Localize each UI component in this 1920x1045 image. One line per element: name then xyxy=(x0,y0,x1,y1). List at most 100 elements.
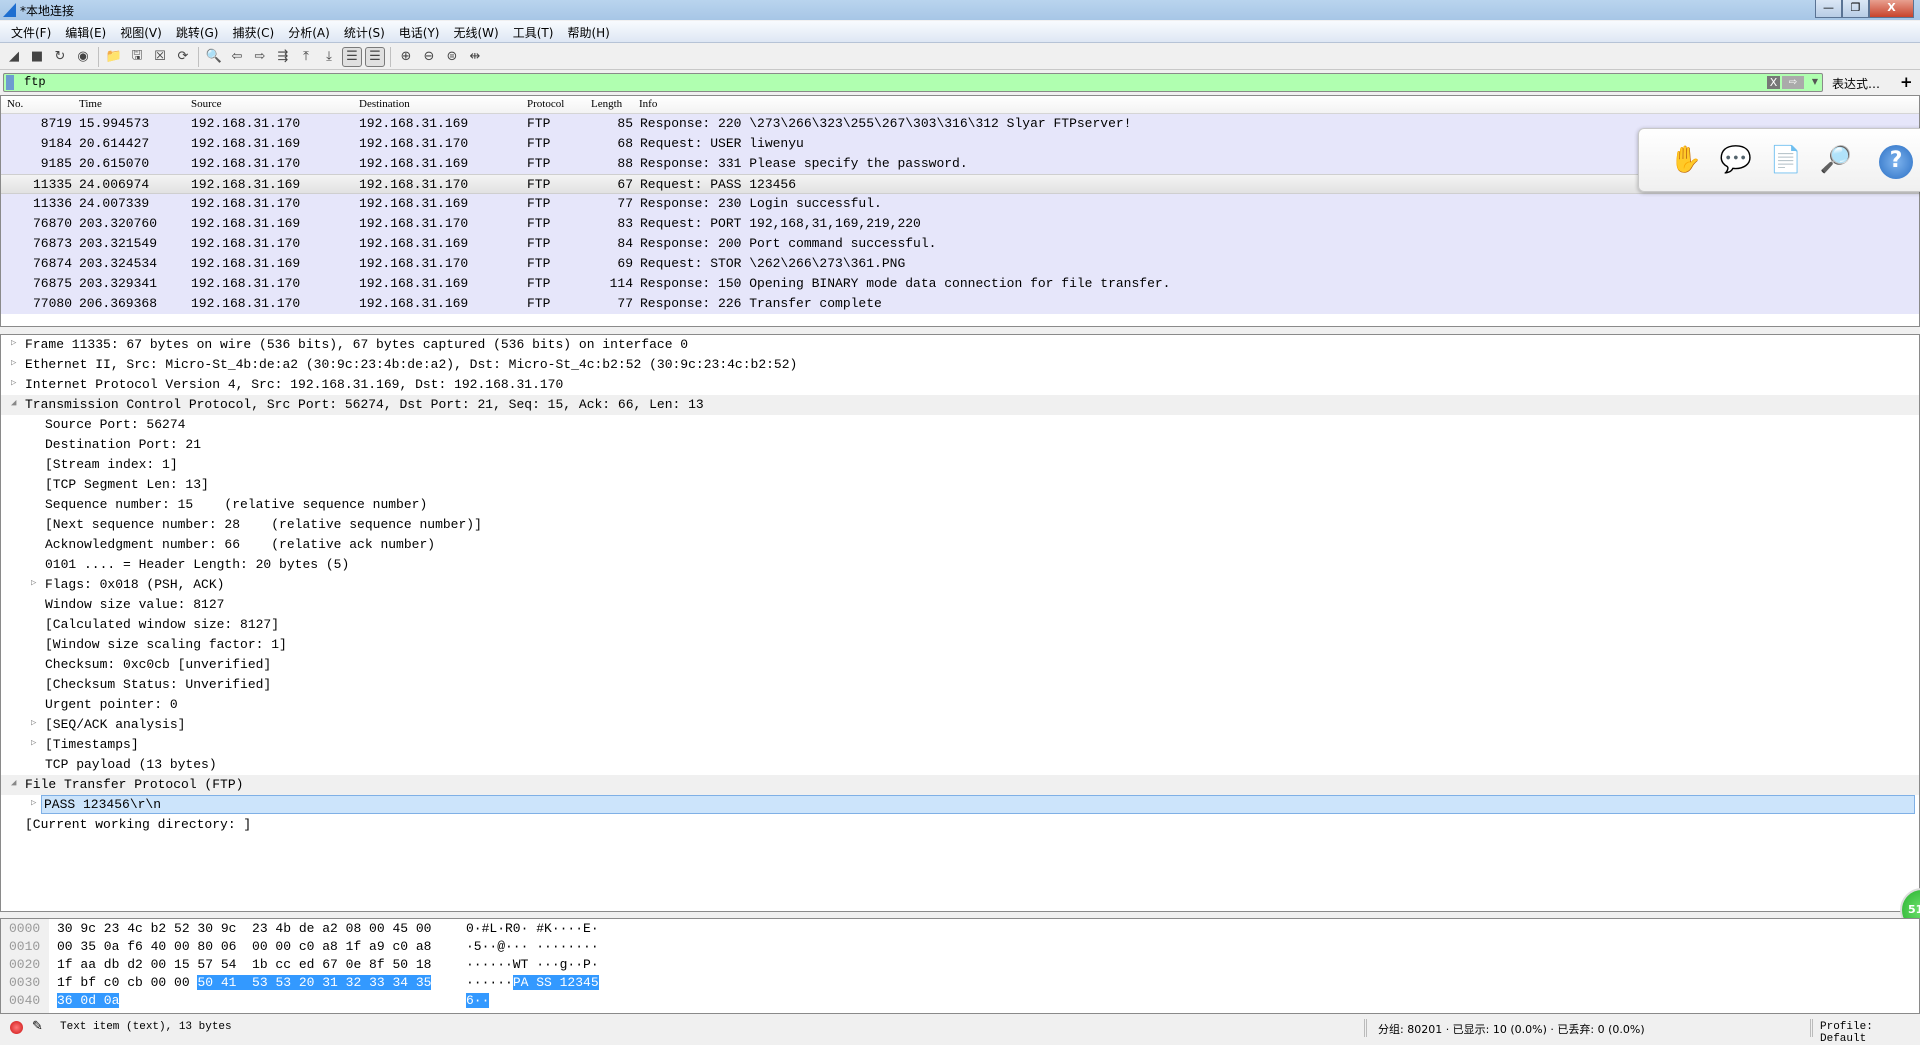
menu-item[interactable]: 跳转(G) xyxy=(169,21,226,42)
close-button[interactable]: X xyxy=(1869,0,1914,18)
hex-bytes[interactable]: 1f bf c0 cb 00 00 50 41 53 53 20 31 32 3… xyxy=(57,975,432,993)
expression-button[interactable]: 表达式… xyxy=(1832,75,1880,92)
packet-row[interactable]: 76875 203.329341 192.168.31.170 192.168.31.… xyxy=(1,274,1919,294)
restart-icon[interactable]: ↻ xyxy=(50,47,70,67)
packet-row[interactable]: 9184 20.614427 192.168.31.169 192.168.31.17… xyxy=(1,134,1919,154)
expand-arrow-icon[interactable]: ▷ xyxy=(31,718,36,728)
packet-row[interactable]: 8719 15.994573 192.168.31.170 192.168.31.16… xyxy=(1,114,1919,134)
menu-item[interactable]: 无线(W) xyxy=(447,21,506,42)
menu-item[interactable]: 工具(T) xyxy=(506,21,561,42)
expand-arrow-icon[interactable]: ▷ xyxy=(11,378,16,388)
column-header-protocol[interactable]: Protocol xyxy=(527,98,564,110)
ascii-bytes[interactable]: ·5··@··· ········ xyxy=(466,939,599,957)
expand-arrow-icon[interactable]: ▷ xyxy=(31,798,36,808)
status-profile[interactable]: Profile: Default xyxy=(1820,1021,1920,1045)
menu-item[interactable]: 电话(Y) xyxy=(392,21,447,42)
go-to-packet-icon[interactable]: ⇶ xyxy=(273,47,293,67)
detail-tree-item[interactable]: [Next sequence number: 28 (relative sequ… xyxy=(1,515,1919,535)
ascii-bytes[interactable]: 0·#L·R0· #K····E· xyxy=(466,921,599,939)
detail-tree-item[interactable]: ▷ PASS 123456\r\n xyxy=(1,795,1919,815)
collapse-arrow-icon[interactable]: ◢ xyxy=(11,778,16,788)
detail-tree-item[interactable]: ▷ [SEQ/ACK analysis] xyxy=(1,715,1919,735)
ascii-bytes[interactable]: ······PA SS 12345 xyxy=(466,975,599,993)
menu-item[interactable]: 统计(S) xyxy=(337,21,392,42)
zoom-out-icon[interactable]: ⊖ xyxy=(419,47,439,67)
hex-bytes[interactable]: 00 35 0a f6 40 00 80 06 00 00 c0 a8 1f a… xyxy=(57,939,431,957)
help-icon[interactable]: ? xyxy=(1879,145,1913,179)
clear-filter-button[interactable]: X xyxy=(1767,76,1780,89)
collapse-arrow-icon[interactable]: ◢ xyxy=(11,398,16,408)
menu-item[interactable]: 文件(F) xyxy=(4,21,58,42)
go-forward-icon[interactable]: ⇨ xyxy=(250,47,270,67)
display-filter-input[interactable]: ftp X ⇨ ▼ xyxy=(3,73,1823,92)
apply-filter-button[interactable]: ⇨ xyxy=(1782,76,1804,89)
column-header-length[interactable]: Length xyxy=(591,98,622,110)
detail-tree-item[interactable]: [Current working directory: ] xyxy=(1,815,1919,835)
capture-options-icon[interactable]: ◉ xyxy=(73,47,93,67)
edit-comment-icon[interactable]: ✎ xyxy=(32,1019,43,1034)
search-doc-icon[interactable]: 🔎 xyxy=(1819,145,1853,179)
detail-tree-item[interactable]: Window size value: 8127 xyxy=(1,595,1919,615)
hex-bytes[interactable]: 36 0d 0a xyxy=(57,993,120,1011)
hand-icon[interactable]: ✋ xyxy=(1669,145,1703,179)
reload-icon[interactable]: ⟳ xyxy=(173,47,193,67)
detail-tree-item[interactable]: [TCP Segment Len: 13] xyxy=(1,475,1919,495)
detail-tree-item[interactable]: Destination Port: 21 xyxy=(1,435,1919,455)
detail-tree-item[interactable]: Acknowledgment number: 66 (relative ack … xyxy=(1,535,1919,555)
shark-fin-start-icon[interactable]: ◢ xyxy=(4,47,24,67)
detail-tree-item[interactable]: ▷ Internet Protocol Version 4, Src: 192.1… xyxy=(1,375,1919,395)
detail-tree-item[interactable]: ▷ Frame 11335: 67 bytes on wire (536 bits… xyxy=(1,335,1919,355)
packet-row[interactable]: 9185 20.615070 192.168.31.170 192.168.31.16… xyxy=(1,154,1919,174)
expand-arrow-icon[interactable]: ▷ xyxy=(11,338,16,348)
close-file-icon[interactable]: ☒ xyxy=(150,47,170,67)
ascii-bytes[interactable]: ······WT ···g··P· xyxy=(466,957,599,975)
packet-row[interactable]: 11336 24.007339 192.168.31.170 192.168.31.1… xyxy=(1,194,1919,214)
detail-tree-item[interactable]: [Calculated window size: 8127] xyxy=(1,615,1919,635)
bookmark-icon[interactable] xyxy=(6,75,14,90)
detail-tree-item[interactable]: ▷ [Timestamps] xyxy=(1,735,1919,755)
menu-item[interactable]: 捕获(C) xyxy=(225,21,281,42)
detail-tree-item[interactable]: ▷ Ethernet II, Src: Micro-St_4b:de:a2 (30… xyxy=(1,355,1919,375)
go-first-icon[interactable]: ⤒ xyxy=(296,47,316,67)
packet-row[interactable]: 76873 203.321549 192.168.31.170 192.168.31.… xyxy=(1,234,1919,254)
expand-arrow-icon[interactable]: ▷ xyxy=(31,578,36,588)
packet-row[interactable]: 76874 203.324534 192.168.31.169 192.168.31.… xyxy=(1,254,1919,274)
column-header-source[interactable]: Source xyxy=(191,98,222,110)
detail-tree-item[interactable]: 0101 .... = Header Length: 20 bytes (5) xyxy=(1,555,1919,575)
hex-bytes[interactable]: 30 9c 23 4c b2 52 30 9c 23 4b de a2 08 0… xyxy=(57,921,431,939)
column-header-no[interactable]: No. xyxy=(7,98,23,110)
packet-row[interactable]: 11335 24.006974 192.168.31.169 192.168.31.1… xyxy=(1,174,1919,194)
go-back-icon[interactable]: ⇦ xyxy=(227,47,247,67)
packet-row[interactable]: 76870 203.320760 192.168.31.169 192.168.31.… xyxy=(1,214,1919,234)
open-file-icon[interactable]: 📁 xyxy=(104,47,124,67)
hex-bytes[interactable]: 1f aa db d2 00 15 57 54 1b cc ed 67 0e 8… xyxy=(57,957,431,975)
menu-item[interactable]: 编辑(E) xyxy=(58,21,113,42)
detail-tree-item[interactable]: ◢ File Transfer Protocol (FTP) xyxy=(1,775,1919,795)
comment-icon[interactable]: 💬 xyxy=(1719,145,1753,179)
expand-arrow-icon[interactable]: ▷ xyxy=(31,738,36,748)
detail-tree-item[interactable]: Checksum: 0xc0cb [unverified] xyxy=(1,655,1919,675)
add-filter-button[interactable]: + xyxy=(1900,73,1913,91)
expand-arrow-icon[interactable]: ▷ xyxy=(11,358,16,368)
expert-info-icon[interactable] xyxy=(10,1021,23,1034)
column-header-destination[interactable]: Destination xyxy=(359,98,410,110)
column-header-time[interactable]: Time xyxy=(79,98,102,110)
menu-item[interactable]: 视图(V) xyxy=(113,21,169,42)
auto-scroll-icon[interactable]: ☰ xyxy=(342,46,362,67)
detail-tree-item[interactable]: Urgent pointer: 0 xyxy=(1,695,1919,715)
detail-tree-item[interactable]: [Window size scaling factor: 1] xyxy=(1,635,1919,655)
save-file-icon[interactable]: 🖫 xyxy=(127,47,147,67)
detail-tree-item[interactable]: ◢ Transmission Control Protocol, Src Port… xyxy=(1,395,1919,415)
stop-icon[interactable]: ■ xyxy=(27,47,47,67)
maximize-button[interactable]: ❐ xyxy=(1842,0,1869,18)
zoom-in-icon[interactable]: ⊕ xyxy=(396,47,416,67)
resize-columns-icon[interactable]: ⇹ xyxy=(465,47,485,67)
packet-row[interactable]: 77080 206.369368 192.168.31.170 192.168.31.… xyxy=(1,294,1919,314)
menu-item[interactable]: 分析(A) xyxy=(281,21,337,42)
column-header-info[interactable]: Info xyxy=(639,98,657,110)
zoom-normal-icon[interactable]: ⊜ xyxy=(442,47,462,67)
ascii-bytes[interactable]: 6·· xyxy=(466,993,490,1011)
colorize-icon[interactable]: ☰ xyxy=(365,46,385,67)
detail-tree-item[interactable]: TCP payload (13 bytes) xyxy=(1,755,1919,775)
find-packet-icon[interactable]: 🔍 xyxy=(204,47,224,67)
